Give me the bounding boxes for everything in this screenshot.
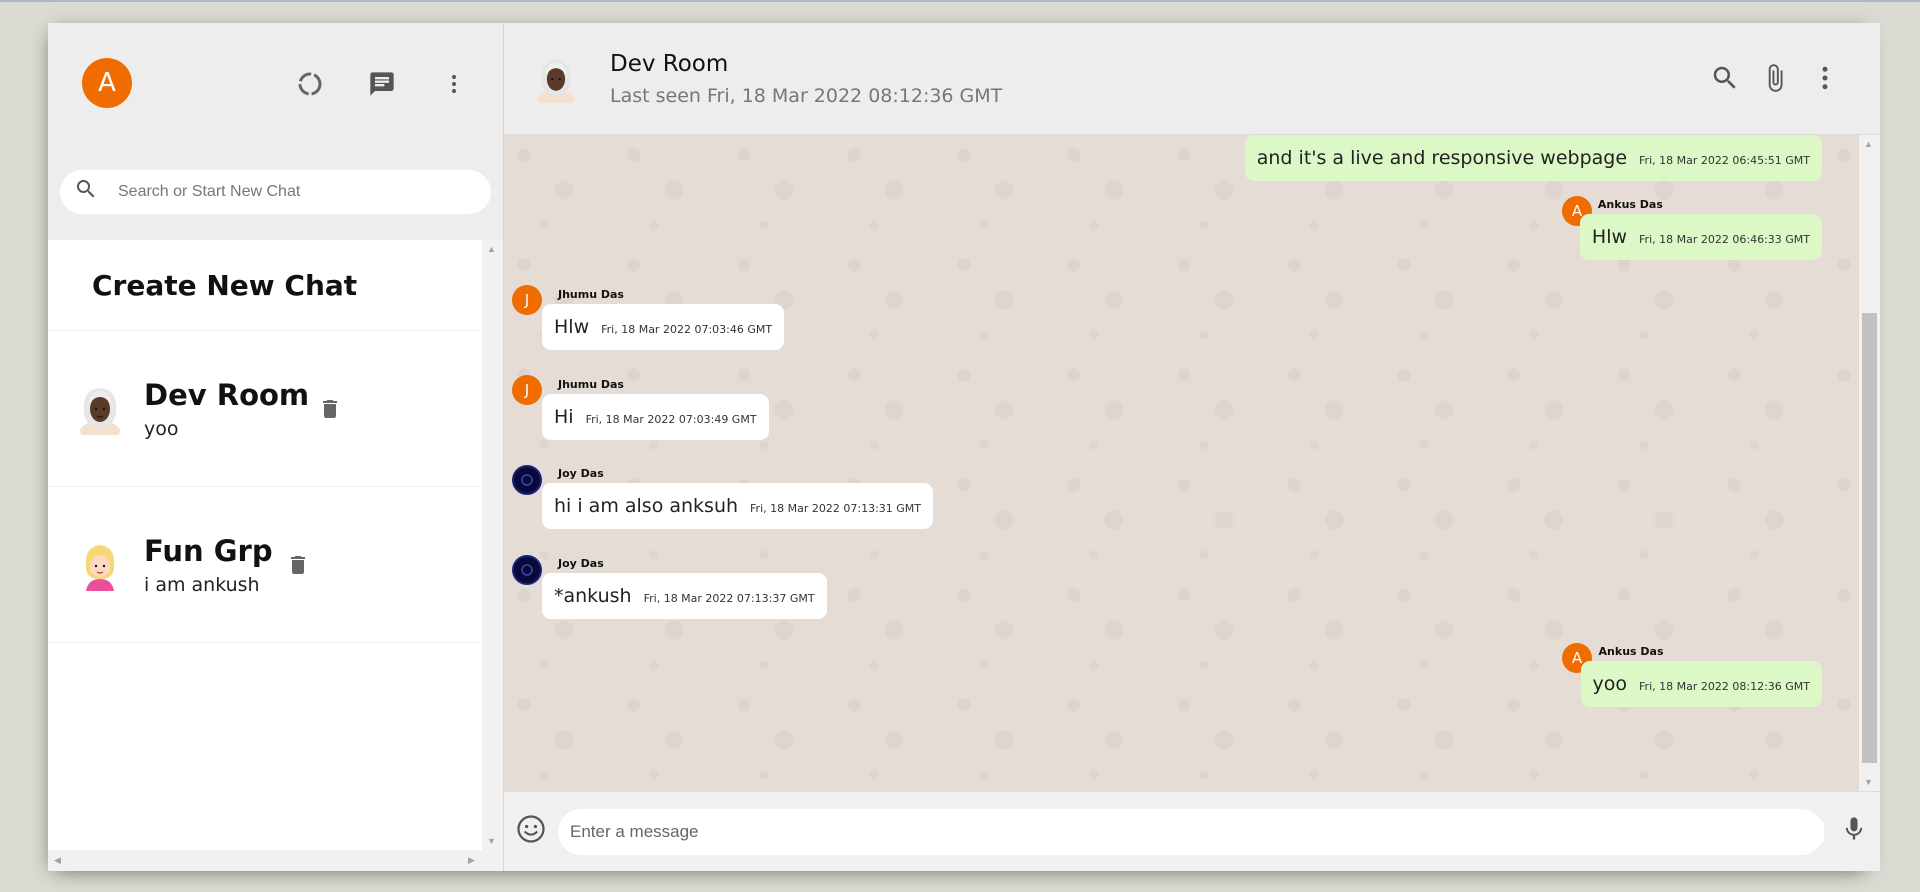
message-list: and it's a live and responsive webpage F…	[504, 135, 1880, 791]
chat-title: Dev Room	[610, 50, 729, 77]
message-bubble: *ankush Fri, 18 Mar 2022 07:13:37 GMT	[542, 573, 827, 619]
chat-item-last-message: yoo	[144, 417, 179, 440]
attach-icon[interactable]	[1760, 63, 1790, 98]
message-text: Hlw	[1591, 226, 1628, 248]
message-scrollbar[interactable]: ▲ ▼	[1859, 135, 1880, 791]
scroll-down-icon[interactable]: ▼	[1864, 777, 1873, 787]
message-text: Hi	[554, 406, 574, 428]
author-avatar	[512, 465, 542, 495]
message-input[interactable]	[570, 821, 1824, 842]
message-author: Ankus Das	[1597, 198, 1663, 211]
author-avatar: J	[512, 285, 542, 315]
microphone-icon[interactable]	[1840, 814, 1868, 849]
chat-list-container: Create New Chat Dev Room yoo Fun Grp i a…	[48, 240, 503, 850]
scroll-down-icon[interactable]: ▼	[487, 836, 496, 846]
delete-icon[interactable]	[318, 395, 342, 428]
scroll-up-icon[interactable]: ▲	[1864, 139, 1873, 149]
search-icon[interactable]	[1710, 63, 1740, 98]
message-text: Hlw	[554, 316, 590, 338]
message: Joy Das *ankush Fri, 18 Mar 2022 07:13:3…	[542, 557, 827, 619]
message-time: Fri, 18 Mar 2022 07:13:37 GMT	[643, 592, 815, 605]
message-bubble: hi i am also anksuh Fri, 18 Mar 2022 07:…	[542, 483, 933, 529]
last-seen-text: Last seen Fri, 18 Mar 2022 08:12:36 GMT	[610, 84, 1003, 107]
message-time: Fri, 18 Mar 2022 07:13:31 GMT	[750, 502, 921, 515]
message-bubble: Hi Fri, 18 Mar 2022 07:03:49 GMT	[542, 394, 769, 440]
sidebar-header-actions	[287, 69, 477, 99]
delete-icon[interactable]	[286, 551, 310, 584]
chat-panel: Dev Room Last seen Fri, 18 Mar 2022 08:1…	[504, 23, 1880, 871]
sidebar-scrollbar[interactable]: ▲ ▼	[482, 240, 503, 850]
author-avatar: J	[512, 375, 542, 405]
message-text: and it's a live and responsive webpage	[1256, 147, 1628, 169]
scroll-up-icon[interactable]: ▲	[487, 244, 496, 254]
sidebar: A Create N	[48, 23, 504, 871]
fun-grp-avatar	[85, 544, 115, 591]
chat-list: Create New Chat Dev Room yoo Fun Grp i a…	[48, 240, 483, 850]
message-author: Joy Das	[558, 467, 604, 480]
chat-item-info: Fun Grp i am ankush	[144, 534, 273, 596]
message: Jhumu Das Hi Fri, 18 Mar 2022 07:03:49 G…	[542, 378, 769, 440]
message-text: *ankush	[554, 585, 632, 607]
scroll-right-icon[interactable]: ▶	[468, 855, 475, 866]
sidebar-header: A	[48, 23, 503, 143]
message-author: Jhumu Das	[558, 378, 624, 391]
status-icon[interactable]	[287, 69, 333, 99]
message-author: Joy Das	[558, 557, 604, 570]
message: Ankus Das yoo Fri, 18 Mar 2022 08:12:36 …	[1580, 645, 1822, 707]
window-top-border	[0, 0, 1920, 2]
message-time: Fri, 18 Mar 2022 08:12:36 GMT	[1639, 680, 1810, 693]
chat-header-actions	[1710, 63, 1840, 98]
chat-item-name: Dev Room	[144, 377, 310, 412]
message-input-box[interactable]	[558, 808, 1824, 855]
message-text: hi i am also anksuh	[554, 495, 739, 517]
search-icon	[74, 177, 98, 206]
dev-room-avatar	[80, 387, 120, 435]
chat-item-info: Dev Room yoo	[144, 378, 309, 440]
message-author: Jhumu Das	[558, 288, 624, 301]
message-time: Fri, 18 Mar 2022 06:46:33 GMT	[1639, 233, 1810, 246]
message: and it's a live and responsive webpage F…	[1244, 135, 1822, 181]
message: Ankus Das Hlw Fri, 18 Mar 2022 06:46:33 …	[1579, 198, 1822, 260]
message-composer	[504, 791, 1880, 871]
new-chat-icon[interactable]	[359, 69, 405, 99]
message-bubble: Hlw Fri, 18 Mar 2022 07:03:46 GMT	[542, 304, 785, 350]
chat-app: A Create N	[48, 23, 1880, 871]
message: Joy Das hi i am also anksuh Fri, 18 Mar …	[542, 467, 933, 529]
message-time: Fri, 18 Mar 2022 07:03:49 GMT	[585, 413, 757, 426]
message-bubble: Hlw Fri, 18 Mar 2022 06:46:33 GMT	[1579, 214, 1822, 260]
message-text: yoo	[1592, 673, 1628, 695]
message-time: Fri, 18 Mar 2022 06:45:51 GMT	[1639, 154, 1810, 167]
create-new-chat-button[interactable]: Create New Chat	[48, 240, 483, 331]
chat-header-info: Dev Room Last seen Fri, 18 Mar 2022 08:1…	[610, 51, 1002, 107]
search-container	[48, 143, 503, 240]
scrollbar-thumb[interactable]	[1862, 313, 1877, 763]
emoji-icon[interactable]	[516, 814, 546, 849]
sidebar-horizontal-scrollbar[interactable]: ◀ ▶	[48, 850, 503, 871]
author-avatar	[512, 555, 542, 585]
room-avatar[interactable]	[536, 55, 576, 103]
menu-icon[interactable]	[431, 69, 477, 99]
chat-item-dev-room[interactable]: Dev Room yoo	[48, 331, 483, 487]
search-box[interactable]	[60, 169, 491, 214]
message-author: Ankus Das	[1598, 645, 1664, 658]
more-options-icon[interactable]	[1810, 63, 1840, 98]
chat-item-fun-grp[interactable]: Fun Grp i am ankush	[48, 487, 483, 643]
chat-header: Dev Room Last seen Fri, 18 Mar 2022 08:1…	[504, 23, 1880, 135]
search-input[interactable]	[118, 182, 458, 201]
message: Jhumu Das Hlw Fri, 18 Mar 2022 07:03:46 …	[542, 288, 785, 350]
message-bubble: yoo Fri, 18 Mar 2022 08:12:36 GMT	[1580, 661, 1822, 707]
scroll-left-icon[interactable]: ◀	[54, 855, 61, 866]
user-avatar[interactable]: A	[82, 58, 132, 108]
chat-item-name: Fun Grp	[144, 533, 273, 568]
chat-item-last-message: i am ankush	[144, 573, 260, 596]
message-time: Fri, 18 Mar 2022 07:03:46 GMT	[601, 323, 773, 336]
message-bubble: and it's a live and responsive webpage F…	[1244, 135, 1822, 181]
